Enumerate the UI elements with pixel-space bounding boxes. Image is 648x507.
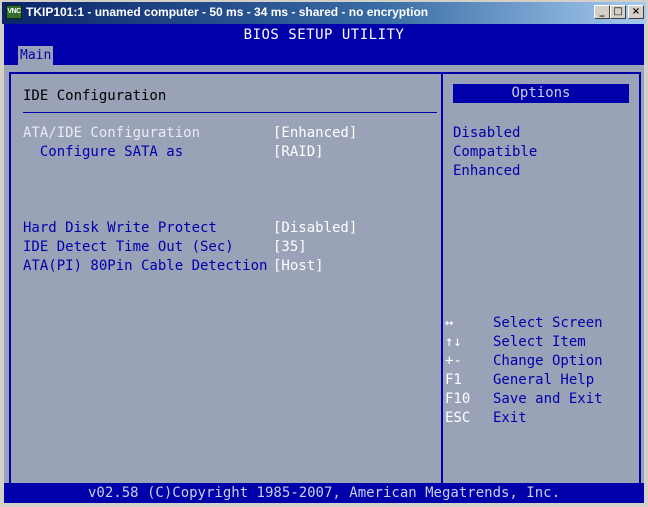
help-text: Save and Exit xyxy=(493,391,603,407)
bios-tab-bar xyxy=(4,46,644,65)
setting-ide-detect-time-out[interactable]: IDE Detect Time Out (Sec) [35] xyxy=(23,239,307,255)
help-key: F1 xyxy=(445,372,462,388)
options-header: Options xyxy=(453,84,629,103)
help-text: Exit xyxy=(493,410,527,426)
help-key: F10 xyxy=(445,391,471,407)
setting-hard-disk-write-protect[interactable]: Hard Disk Write Protect [Disabled] xyxy=(23,220,357,236)
options-panel: Options Disabled Compatible Enhanced ↔ S… xyxy=(441,72,641,496)
setting-label: ATA/IDE Configuration xyxy=(23,125,201,141)
section-title: IDE Configuration xyxy=(23,88,167,104)
close-button[interactable]: × xyxy=(628,5,644,19)
setting-label: IDE Detect Time Out (Sec) xyxy=(23,239,234,255)
setting-label: Configure SATA as xyxy=(23,144,184,160)
setting-value: [35] xyxy=(273,239,307,255)
setting-cable-detection[interactable]: ATA(PI) 80Pin Cable Detection [Host] xyxy=(23,258,324,274)
help-text: General Help xyxy=(493,372,595,388)
help-key: ↔ xyxy=(445,315,454,331)
setting-ata-ide-configuration[interactable]: ATA/IDE Configuration [Enhanced] xyxy=(23,125,357,141)
vnc-app-icon[interactable]: VNC xyxy=(6,5,22,19)
setting-value: [Disabled] xyxy=(273,220,358,236)
setting-value: [Enhanced] xyxy=(273,125,358,141)
option-compatible[interactable]: Compatible xyxy=(453,144,537,160)
option-disabled[interactable]: Disabled xyxy=(453,125,520,141)
setting-value: [Host] xyxy=(273,258,324,274)
help-text: Select Item xyxy=(493,334,586,350)
setting-label: ATA(PI) 80Pin Cable Detection xyxy=(23,258,268,274)
setting-configure-sata-as[interactable]: Configure SATA as [RAID] xyxy=(23,144,324,160)
bios-title: BIOS SETUP UTILITY xyxy=(243,27,405,43)
bios-header: BIOS SETUP UTILITY xyxy=(4,24,644,46)
setting-label: Hard Disk Write Protect xyxy=(23,220,217,236)
tab-main[interactable]: Main xyxy=(18,46,54,65)
window-title-bar[interactable]: VNC TKIP101:1 - unamed computer - 50 ms … xyxy=(0,0,648,24)
bios-screen[interactable]: BIOS SETUP UTILITY Main IDE Configuratio… xyxy=(4,24,644,503)
help-key: ↑↓ xyxy=(445,334,462,350)
copyright-text: v02.58 (C)Copyright 1985-2007, American … xyxy=(87,485,560,501)
window-title: TKIP101:1 - unamed computer - 50 ms - 34… xyxy=(26,5,429,19)
section-divider xyxy=(23,112,437,113)
help-key: ESC xyxy=(445,410,471,426)
settings-panel: IDE Configuration ATA/IDE Configuration … xyxy=(9,72,443,496)
help-text: Change Option xyxy=(493,353,603,369)
help-key: +- xyxy=(445,353,462,369)
help-text: Select Screen xyxy=(493,315,603,331)
setting-value: [RAID] xyxy=(273,144,324,160)
option-enhanced[interactable]: Enhanced xyxy=(453,163,520,179)
minimize-button[interactable]: _ xyxy=(594,5,610,19)
bios-footer: v02.58 (C)Copyright 1985-2007, American … xyxy=(4,483,644,503)
maximize-button[interactable]: □ xyxy=(610,5,626,19)
